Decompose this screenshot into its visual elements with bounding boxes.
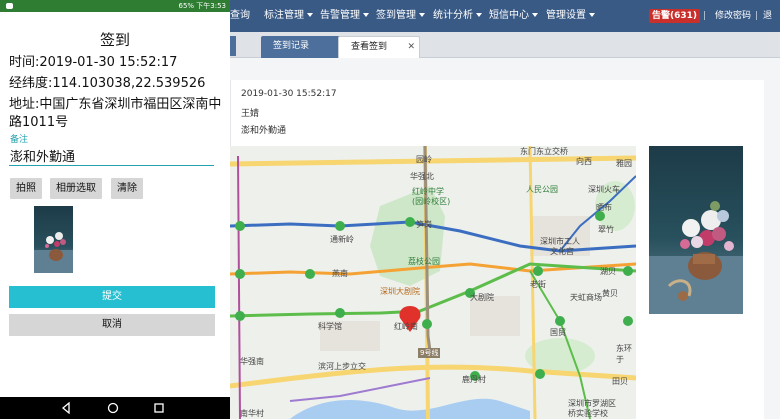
map-label: 向西 (576, 157, 592, 166)
caret-down-icon (363, 13, 369, 17)
map-label: 华强南 (240, 357, 264, 366)
map-label: 文化宫 (550, 247, 574, 256)
caret-down-icon (307, 13, 313, 17)
flower-vase-image (649, 201, 743, 314)
checkin-note: 澎和外勤通 (241, 126, 287, 136)
logout-link[interactable]: 退出 (763, 0, 780, 53)
nav-label: 查询 (230, 10, 250, 21)
web-app: 查询 标注管理 告警管理 签到管理 统计分析 短信中心 管理设置 告警(631)… (230, 0, 780, 419)
map-label: 人民公园 (526, 185, 558, 194)
alarm-badge-button[interactable]: 告警(631) (649, 9, 701, 23)
map-label: 9号线 (418, 348, 441, 358)
tab-label: 签到记录 (273, 41, 310, 51)
top-navbar: 查询 标注管理 告警管理 签到管理 统计分析 短信中心 管理设置 告警(631)… (230, 0, 780, 53)
status-time: 65% 下午3:53 (178, 2, 226, 10)
map-label: 天虹商场 (570, 293, 602, 302)
map-label: 通新岭 (330, 235, 354, 244)
checkin-address: 地址:中国广东省深圳市福田区深南中路1011号 (9, 97, 222, 130)
map-label: 晒布 (596, 203, 612, 212)
map-label: 国贸 (550, 328, 566, 337)
album-select-button[interactable]: 相册选取 (50, 178, 102, 199)
caret-down-icon (589, 13, 595, 17)
nav-separator: | (703, 11, 707, 21)
nav-statistics[interactable]: 统计分析 (433, 0, 482, 32)
photo-thumbnail[interactable] (34, 206, 73, 273)
map-label: 鹿丹村 (462, 375, 486, 384)
map-label: 老街 (530, 280, 546, 289)
nav-label: 统计分析 (433, 10, 473, 21)
nav-label: 管理设置 (546, 10, 586, 21)
recent-apps-icon[interactable] (153, 402, 165, 414)
map-label: 华强北 (410, 172, 434, 181)
back-icon[interactable] (60, 402, 72, 414)
nav-label: 签到管理 (376, 10, 416, 21)
caret-down-icon (532, 13, 538, 17)
map-label: 滨河上步立交 (318, 362, 366, 371)
map-label: 东门东立交桥 (520, 147, 568, 156)
tab-view-checkin[interactable]: 查看签到 ✕ (338, 36, 420, 58)
phone-screen: 65% 下午3:53 签到 时间:2019-01-30 15:52:17 经纬度… (0, 0, 230, 419)
map-label: 笋岗 (416, 220, 432, 229)
map-label: 深圳火车 (588, 185, 620, 194)
tab-stub[interactable] (230, 36, 236, 56)
map-label: 深圳大剧院 (380, 287, 420, 296)
flower-vase-image (34, 232, 73, 273)
status-bar: 65% 下午3:53 (0, 0, 230, 12)
checkin-time: 2019-01-30 15:52:17 (241, 89, 337, 99)
home-icon[interactable] (107, 402, 119, 414)
caret-down-icon (419, 13, 425, 17)
map-label: 雅园 (616, 159, 632, 168)
nav-alarm-management[interactable]: 告警管理 (320, 0, 369, 32)
cancel-button[interactable]: 取消 (9, 314, 215, 336)
change-password-link[interactable]: 修改密码 (715, 0, 751, 32)
nav-sms-center[interactable]: 短信中心 (489, 0, 538, 32)
map-label: 大剧院 (470, 293, 494, 302)
nav-query[interactable]: 查询 (230, 0, 250, 32)
map-label: 科学馆 (318, 322, 342, 331)
nav-label: 短信中心 (489, 10, 529, 21)
checkin-photo[interactable] (649, 146, 743, 314)
map-label: 燕南 (332, 269, 348, 278)
map-label: 红岭南 (394, 322, 418, 331)
take-photo-button[interactable]: 拍照 (10, 178, 42, 199)
checkin-time: 时间:2019-01-30 15:52:17 (9, 55, 178, 70)
nav-settings[interactable]: 管理设置 (546, 0, 595, 32)
notification-icon (6, 3, 13, 9)
map-label: 桥实验学校 (568, 409, 608, 418)
map-label: 东环于 (616, 344, 632, 364)
checkin-coordinates: 经纬度:114.103038,22.539526 (9, 76, 206, 91)
map-label: 黄贝 (602, 289, 618, 298)
note-label: 备注 (10, 135, 29, 145)
android-nav-bar (0, 397, 230, 419)
nav-label: 告警管理 (320, 10, 360, 21)
map-label: 园岭 (416, 155, 432, 164)
nav-checkin-management[interactable]: 签到管理 (376, 0, 425, 32)
map-label: 田贝 (612, 377, 628, 386)
page-title: 签到 (99, 31, 130, 49)
tab-bar: 签到记录 查看签到 ✕ (230, 32, 780, 58)
close-icon[interactable]: ✕ (407, 37, 415, 57)
submit-button[interactable]: 提交 (9, 286, 215, 308)
tab-label: 查看签到 (351, 42, 388, 52)
nav-label: 标注管理 (264, 10, 304, 21)
map-label: 翠竹 (598, 225, 614, 234)
location-map[interactable]: 园岭 华强北 红岭中学 (园岭校区) 人民公园 深圳火车 笋岗 通新岭 荔枝公园… (230, 146, 636, 419)
clear-button[interactable]: 清除 (111, 178, 143, 199)
caret-down-icon (476, 13, 482, 17)
checkin-user: 王婧 (241, 109, 260, 119)
map-label: (园岭校区) (412, 197, 451, 206)
map-label: 荔枝公园 (408, 257, 440, 266)
map-label: 湖贝 (600, 267, 616, 276)
nav-annotation-management[interactable]: 标注管理 (264, 0, 313, 32)
screenshot: 查询 标注管理 告警管理 签到管理 统计分析 短信中心 管理设置 告警(631)… (0, 0, 780, 419)
nav-separator: | (755, 11, 759, 21)
note-input[interactable] (9, 146, 214, 166)
map-label: 南华村 (240, 409, 264, 418)
